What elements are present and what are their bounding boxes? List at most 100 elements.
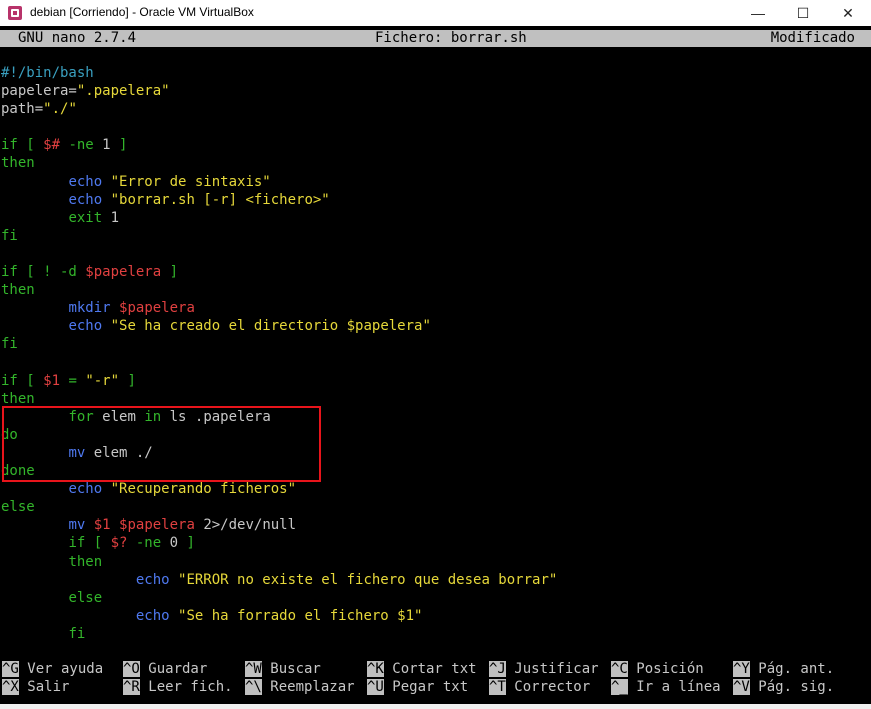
code-line[interactable] (1, 354, 557, 372)
code-line[interactable]: exit 1 (1, 209, 557, 227)
shortcut-label: Buscar (261, 661, 321, 677)
code-line[interactable]: echo "Se ha forrado el fichero $1" (1, 607, 557, 625)
code-token: "Recuperando ficheros" (110, 481, 297, 498)
code-line[interactable]: echo "Se ha creado el directorio $papele… (1, 317, 557, 335)
code-line[interactable]: echo "borrar.sh [-r] <fichero>" (1, 191, 557, 209)
code-line[interactable]: then (1, 281, 557, 299)
code-line[interactable]: done (1, 462, 557, 480)
code-line[interactable]: fi (1, 227, 557, 245)
code-line[interactable]: mv elem ./ (1, 444, 557, 462)
code-token: echo (135, 571, 170, 588)
virtualbox-icon (8, 6, 22, 20)
code-line[interactable]: then (1, 390, 557, 408)
shortcut-label: Leer fich. (139, 679, 233, 695)
shortcut-label: Cortar txt (383, 661, 477, 677)
shortcut-label: Pág. sig. (749, 679, 835, 695)
close-button[interactable]: ✕ (825, 0, 871, 26)
code-token: mv (68, 444, 86, 461)
code-token: if [ (68, 535, 111, 552)
code-token: ] (178, 535, 195, 552)
close-icon: ✕ (842, 5, 854, 21)
shortcut-item: ^\ Reemplazar (245, 678, 355, 696)
code-token: -ne (127, 535, 170, 552)
shortcut-item: ^V Pág. sig. (733, 678, 834, 696)
code-token: elem (93, 408, 145, 425)
shortcut-item: ^Y Pág. ant. (733, 660, 834, 678)
code-token: exit (68, 209, 103, 226)
code-token: do (1, 426, 18, 443)
shortcut-key: ^T (489, 679, 506, 695)
code-token: $# (43, 137, 61, 154)
maximize-button[interactable]: ☐ (780, 0, 826, 26)
code-line[interactable]: fi (1, 335, 557, 353)
code-token: fi (1, 227, 18, 244)
minimize-icon: — (751, 5, 765, 21)
code-line[interactable]: else (1, 498, 557, 516)
code-line[interactable]: if [ $1 = "-r" ] (1, 372, 557, 390)
code-line[interactable]: then (1, 154, 557, 172)
code-token: echo (135, 607, 170, 624)
code-token: "ERROR no existe el fichero que desea bo… (178, 571, 558, 588)
code-line[interactable]: echo "Recuperando ficheros" (1, 480, 557, 498)
code-token: "Error de sintaxis" (110, 173, 271, 190)
shortcut-label: Salir (18, 679, 70, 695)
code-line[interactable]: path="./" (1, 100, 557, 118)
shortcut-key: ^K (367, 661, 384, 677)
code-token: 0 (169, 535, 179, 552)
code-line[interactable] (1, 118, 557, 136)
code-line[interactable]: do (1, 426, 557, 444)
code-line[interactable]: echo "Error de sintaxis" (1, 173, 557, 191)
shortcut-label: Pegar txt (383, 679, 469, 695)
code-line[interactable]: for elem in ls .papelera (1, 408, 557, 426)
code-token: $papelera (119, 300, 195, 317)
shortcut-item: ^_ Ir a línea (611, 678, 721, 696)
nano-modified-status: Modificado (770, 30, 855, 46)
code-line[interactable]: mv $1 $papelera 2>/dev/null (1, 516, 557, 534)
code-token: elem ./ (85, 444, 153, 461)
code-line[interactable]: papelera=".papelera" (1, 82, 557, 100)
code-token: if [ (1, 137, 44, 154)
shortcut-label: Pág. ant. (749, 661, 835, 677)
nano-shortcut-bar: ^G Ver ayuda ^O Guardar ^W Buscar ^K Cortar… (0, 660, 871, 696)
code-line[interactable] (1, 245, 557, 263)
code-token: mv (68, 517, 86, 534)
shortcut-item: ^W Buscar (245, 660, 321, 678)
code-token: ] (119, 372, 136, 389)
vm-terminal-screen[interactable]: GNU nano 2.7.4 Fichero: borrar.sh Modifi… (0, 26, 871, 704)
shortcut-key: ^J (489, 661, 506, 677)
shortcut-item: ^R Leer fich. (123, 678, 233, 696)
code-token: echo (68, 173, 103, 190)
shortcut-key: ^O (123, 661, 140, 677)
code-token: if [ ! -d (1, 264, 86, 281)
code-line[interactable]: then (1, 553, 557, 571)
code-token: $1 (43, 372, 61, 389)
code-token: $1 (93, 517, 111, 534)
code-line[interactable]: fi (1, 625, 557, 643)
code-line[interactable]: if [ $# -ne 1 ] (1, 136, 557, 154)
nano-header-bar: GNU nano 2.7.4 Fichero: borrar.sh Modifi… (0, 30, 871, 47)
code-line[interactable]: mkdir $papelera (1, 299, 557, 317)
code-token: mkdir (68, 300, 111, 317)
code-token: else (1, 499, 35, 516)
code-token: then (68, 553, 103, 570)
shortcut-label: Ir a línea (627, 679, 721, 695)
code-line[interactable]: echo "ERROR no existe el fichero que des… (1, 571, 557, 589)
shortcut-key: ^G (2, 661, 19, 677)
code-line[interactable]: if [ ! -d $papelera ] (1, 263, 557, 281)
code-line[interactable]: if [ $? -ne 0 ] (1, 534, 557, 552)
code-token: "Se ha creado el directorio $papelera" (110, 318, 431, 335)
code-line[interactable]: else (1, 589, 557, 607)
minimize-button[interactable]: — (735, 0, 781, 26)
code-token: fi (68, 625, 86, 642)
code-line[interactable]: #!/bin/bash (1, 64, 557, 82)
code-editor[interactable]: #!/bin/bash papelera=".papelera" path="./"… (1, 64, 557, 643)
